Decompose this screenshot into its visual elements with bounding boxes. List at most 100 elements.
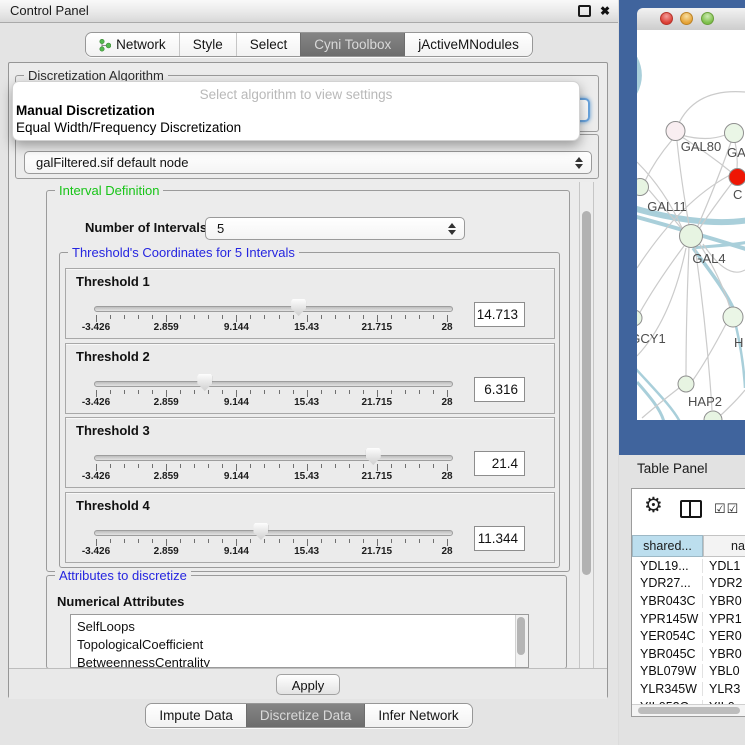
slider-tick [321, 315, 322, 319]
tab-jactivemnodules[interactable]: jActiveMNodules [404, 33, 532, 56]
tab-infer-network[interactable]: Infer Network [364, 704, 471, 727]
threshold-value-field[interactable] [474, 526, 525, 551]
slider-tick [180, 390, 181, 394]
slider-tick [335, 315, 336, 319]
table-cell[interactable]: YDL1 [703, 559, 745, 573]
slider-tick [138, 464, 139, 468]
tab-label: Select [250, 33, 288, 56]
slider-tick [250, 539, 251, 543]
table-row[interactable]: YDL19...YDL1 [632, 557, 745, 575]
tab-network[interactable]: Network [86, 33, 179, 56]
algorithm-option-manual[interactable]: Manual Discretization [16, 103, 155, 118]
table-row[interactable]: YER054CYER0 [632, 627, 745, 645]
slider-tick [138, 390, 139, 394]
network-node-gal80[interactable] [666, 122, 685, 141]
table-cell[interactable]: YDL19... [632, 559, 703, 573]
attribute-item[interactable]: BetweennessCentrality [77, 654, 528, 668]
slider-tick [391, 390, 392, 394]
settings-gear-icon[interactable]: ⚙ [644, 495, 663, 516]
threshold-value-field[interactable] [474, 302, 525, 327]
apply-button[interactable]: Apply [276, 674, 340, 695]
network-node-ga[interactable] [725, 124, 744, 143]
table-cell[interactable]: YBR0 [703, 594, 745, 608]
table-cell[interactable]: YPR145W [632, 612, 703, 626]
slider-tick [279, 315, 280, 319]
table-row[interactable]: YBL079WYBL0 [632, 663, 745, 681]
table-cell[interactable]: YBR0 [703, 647, 745, 661]
slider-tick [96, 390, 97, 397]
column-header[interactable]: na [703, 535, 745, 557]
node-label: H [734, 335, 743, 350]
tab-style[interactable]: Style [179, 33, 236, 56]
network-view[interactable]: GAL80GACGAL11GAL4GCY1HHAP2 [637, 30, 745, 420]
table-row[interactable]: YDR27...YDR2 [632, 575, 745, 593]
table-cell[interactable]: YLR3 [703, 682, 745, 696]
network-node-gal4[interactable] [680, 225, 703, 248]
zoom-traffic-light-icon[interactable] [701, 12, 714, 25]
select-columns-icon[interactable]: ☑☑ [714, 501, 739, 517]
threshold-value-field[interactable] [474, 451, 525, 476]
table-cell[interactable]: YBL0 [703, 664, 745, 678]
threshold-slider-track[interactable] [94, 530, 453, 536]
table-cell[interactable]: YER054C [632, 629, 703, 643]
numerical-attributes-list[interactable]: SelfLoopsTopologicalCoefficientBetweenne… [70, 614, 529, 668]
network-node-gcy1[interactable] [637, 310, 642, 326]
slider-tick [110, 539, 111, 543]
table-cell[interactable]: YDR27... [632, 576, 703, 590]
slider-tick [293, 464, 294, 468]
table-cell[interactable]: YBR045C [632, 647, 703, 661]
network-node-gal11[interactable] [637, 179, 649, 196]
network-node[interactable] [704, 411, 722, 420]
threshold-slider-track[interactable] [94, 381, 453, 387]
table-cell[interactable]: YBL079W [632, 664, 703, 678]
attribute-item[interactable]: TopologicalCoefficient [77, 636, 528, 654]
table-horizontal-scrollbar[interactable] [632, 704, 745, 716]
threshold-slider-track[interactable] [94, 455, 453, 461]
tab-impute-data[interactable]: Impute Data [146, 704, 246, 727]
network-node-c[interactable] [729, 169, 745, 186]
table-cell[interactable]: YER0 [703, 629, 745, 643]
network-node-h[interactable] [723, 307, 743, 327]
table-cell[interactable]: YPR1 [703, 612, 745, 626]
table-row[interactable]: YLR345WYLR3 [632, 680, 745, 698]
list-scrollbar[interactable] [515, 615, 528, 667]
threshold-slider-track[interactable] [94, 306, 453, 312]
network-window-titlebar[interactable] [637, 8, 745, 31]
close-icon[interactable]: ✖ [600, 5, 610, 17]
float-window-icon[interactable] [578, 5, 591, 17]
table-row[interactable]: YPR145WYPR1 [632, 610, 745, 628]
threshold-slider-thumb[interactable] [291, 299, 306, 316]
thresholds-group-title: Threshold's Coordinates for 5 Intervals [68, 245, 299, 260]
threshold-slider-thumb[interactable] [253, 523, 268, 540]
table-cell[interactable]: YBR043C [632, 594, 703, 608]
slider-scale-label: 28 [423, 322, 471, 333]
settings-scrollbar[interactable] [579, 182, 594, 668]
tab-cyni-toolbox[interactable]: Cyni Toolbox [300, 33, 404, 56]
algorithm-option-equal-width[interactable]: Equal Width/Frequency Discretization [16, 120, 241, 135]
split-columns-icon[interactable] [680, 500, 702, 518]
table-row[interactable]: YBR045CYBR0 [632, 645, 745, 663]
table-data-select[interactable]: galFiltered.sif default node [24, 151, 592, 174]
table-header: shared...na [632, 535, 745, 557]
node-label: GA [727, 145, 745, 160]
tab-select[interactable]: Select [236, 33, 301, 56]
threshold-slider-thumb[interactable] [366, 448, 381, 465]
scrollbar-thumb[interactable] [582, 211, 591, 575]
table-row[interactable]: YBR043CYBR0 [632, 592, 745, 610]
number-of-intervals-label: Number of Intervals [85, 220, 207, 235]
slider-tick [433, 390, 434, 394]
slider-tick [222, 464, 223, 468]
threshold-value-field[interactable] [474, 377, 525, 402]
slider-tick [279, 539, 280, 543]
network-node-hap2[interactable] [678, 376, 694, 392]
tab-discretize-data[interactable]: Discretize Data [246, 704, 365, 727]
threshold-slider-thumb[interactable] [197, 374, 212, 391]
slider-tick [124, 390, 125, 394]
close-traffic-light-icon[interactable] [660, 12, 673, 25]
attribute-item[interactable]: SelfLoops [77, 618, 528, 636]
minimize-traffic-light-icon[interactable] [680, 12, 693, 25]
table-cell[interactable]: YDR2 [703, 576, 745, 590]
table-cell[interactable]: YLR345W [632, 682, 703, 696]
number-of-intervals-select[interactable]: 5 [205, 217, 465, 240]
column-header[interactable]: shared... [632, 535, 703, 557]
